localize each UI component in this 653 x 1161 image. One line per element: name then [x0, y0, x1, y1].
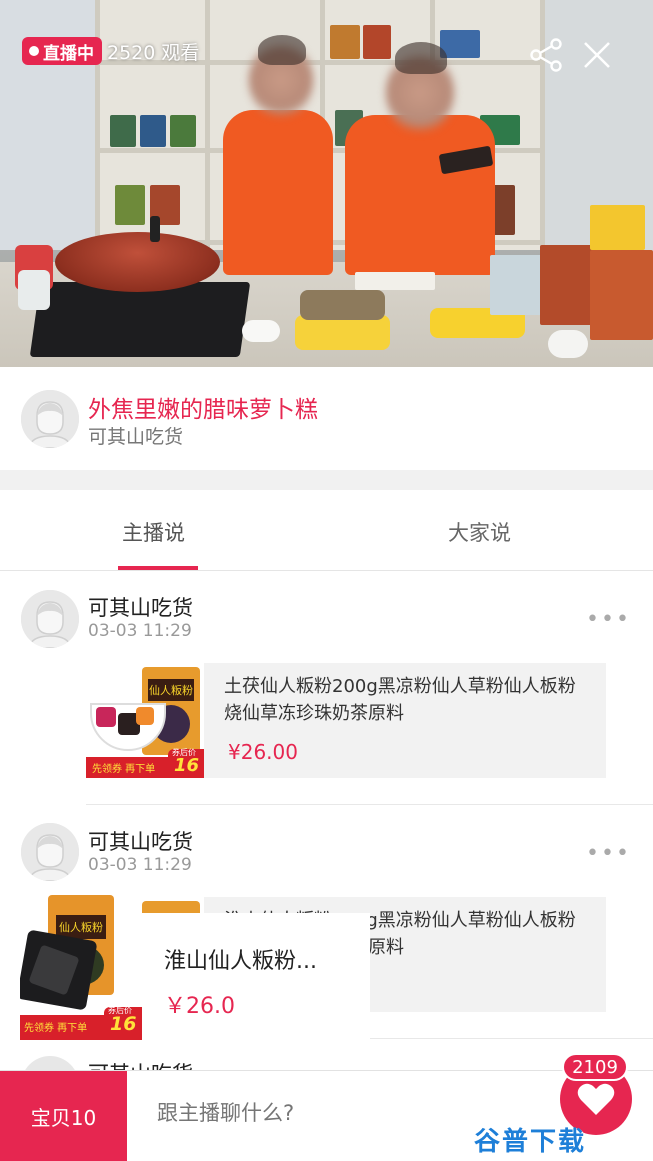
avatar-placeholder-icon — [21, 590, 79, 648]
avatar-placeholder-icon — [21, 823, 79, 881]
section-divider — [0, 470, 653, 490]
product-card[interactable]: 仙人粄粉 先领券 再下单 券后价 16 土茯仙人粄粉200g黑凉粉仙人草粉仙人板… — [86, 663, 606, 778]
popup-product-price: ￥26.0 — [164, 994, 235, 1019]
live-badge: 直播中 — [22, 37, 102, 65]
live-label: 直播中 — [43, 43, 94, 64]
live-dot-icon — [29, 46, 39, 56]
host-avatar[interactable] — [21, 390, 79, 448]
more-options-icon[interactable]: ••• — [586, 841, 631, 866]
host-name[interactable]: 可其山吃货 — [88, 422, 183, 449]
watermark-text: 谷普下载 — [474, 1127, 587, 1157]
tabs-divider — [0, 570, 653, 571]
tab-everyone-says[interactable]: 大家说 — [448, 517, 511, 547]
share-icon — [530, 38, 562, 72]
stream-title: 外焦里嫩的腊味萝卜糕 — [88, 397, 318, 423]
products-button[interactable]: 宝贝10 — [0, 1071, 127, 1161]
frying-pan — [55, 232, 220, 292]
post-time: 03-03 11:29 — [88, 855, 192, 875]
post-author: 可其山吃货 — [88, 830, 193, 854]
more-options-icon[interactable]: ••• — [586, 607, 631, 632]
food-tray — [295, 315, 390, 350]
close-icon — [584, 42, 610, 68]
share-button[interactable] — [526, 35, 566, 75]
post-time: 03-03 11:29 — [88, 621, 192, 641]
post-avatar[interactable] — [21, 823, 79, 881]
avatar-placeholder-icon — [21, 390, 79, 448]
like-count: 2109 — [562, 1053, 628, 1081]
post-divider — [86, 804, 653, 805]
product-price: ¥26.00 — [228, 740, 298, 764]
popup-product-title: 淮山仙人粄粉... — [164, 949, 317, 974]
product-image: 仙人粄粉 先领券 再下单 券后价 16 — [86, 663, 204, 778]
product-title: 土茯仙人粄粉200g黑凉粉仙人草粉仙人板粉烧仙草冻珍珠奶茶原料 — [224, 676, 576, 724]
viewer-count: 2520 观看 — [107, 42, 200, 64]
heart-icon — [577, 1083, 615, 1115]
tab-host-says[interactable]: 主播说 — [122, 517, 185, 547]
close-button[interactable] — [577, 35, 617, 75]
post-avatar[interactable] — [21, 590, 79, 648]
live-video[interactable]: 直播中 2520 观看 — [0, 0, 653, 367]
post-author: 可其山吃货 — [88, 596, 193, 620]
stove — [29, 282, 251, 357]
popup-product-image: 仙人粄粉 先领券 再下单 券后价 16 — [20, 895, 142, 1040]
featured-product-popup[interactable]: 仙人粄粉 先领券 再下单 券后价 16 淮山仙人粄粉... ￥26.0 — [20, 895, 370, 1040]
